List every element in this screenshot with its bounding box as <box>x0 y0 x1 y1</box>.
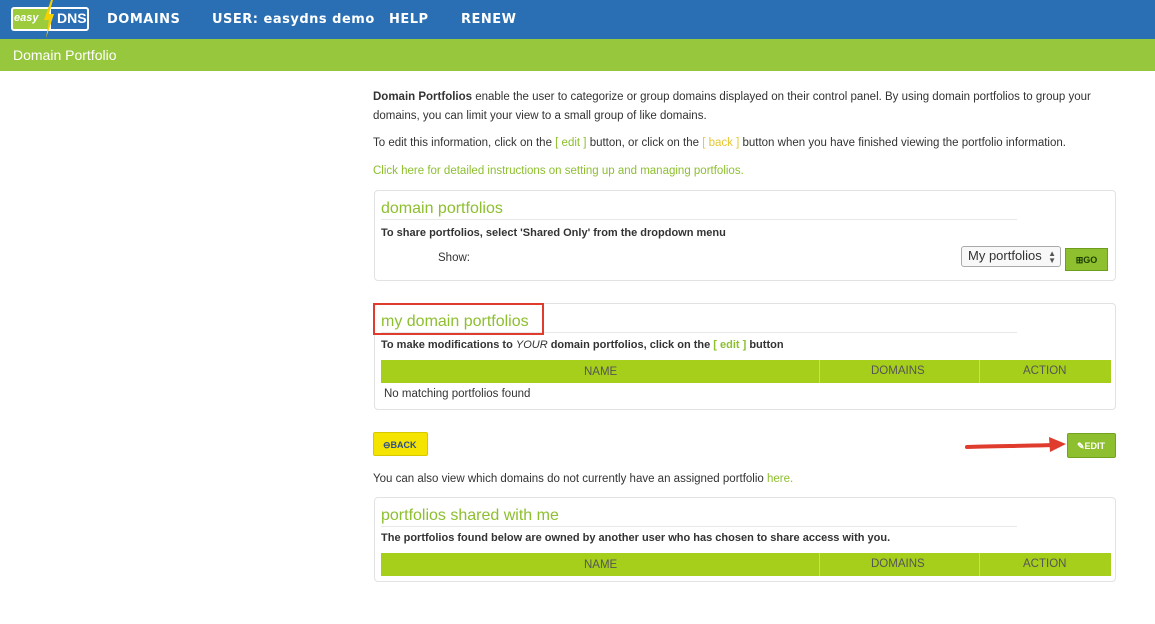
column-header-domains: DOMAINS <box>871 365 925 377</box>
portfolio-filter-value: My portfolios <box>968 248 1042 263</box>
back-link[interactable]: [ back ] <box>702 137 739 149</box>
unassigned-domains-text: You can also view which domains do not c… <box>373 470 793 489</box>
edit-link[interactable]: [ edit ] <box>555 137 586 149</box>
my-subtitle-middle: domain portfolios, click on the <box>547 339 714 351</box>
panel-divider <box>381 526 1017 527</box>
nav-help[interactable]: HELP <box>389 12 429 27</box>
instructions-link[interactable]: Click here for detailed instructions on … <box>373 162 1115 181</box>
column-separator <box>819 360 820 383</box>
show-label: Show: <box>438 252 470 264</box>
domain-portfolios-title: domain portfolios <box>381 200 503 217</box>
intro-bold-lead: Domain Portfolios <box>373 91 473 103</box>
lightning-bolt-icon <box>44 0 54 38</box>
my-subtitle-em: YOUR <box>515 339 548 351</box>
shared-portfolios-table-header: NAME DOMAINS ACTION <box>381 553 1111 576</box>
empty-message: No matching portfolios found <box>384 388 531 400</box>
edit-instructions-middle: button, or click on the <box>586 137 703 149</box>
column-separator <box>819 553 820 576</box>
my-subtitle-suffix: button <box>746 339 784 351</box>
portfolio-filter-select[interactable]: My portfolios ▲ ▼ <box>961 246 1061 267</box>
intro-line1: enable the user to categorize or group d… <box>472 91 1091 103</box>
shared-portfolios-panel: portfolios shared with me The portfolios… <box>374 497 1116 582</box>
domain-portfolios-subtitle: To share portfolios, select 'Shared Only… <box>381 227 726 239</box>
column-separator <box>979 360 980 383</box>
column-header-action: ACTION <box>1023 558 1067 570</box>
back-button[interactable]: ⊖BACK <box>373 432 428 456</box>
intro-line2: domains, you can limit your view to a sm… <box>373 110 707 122</box>
column-separator <box>979 553 980 576</box>
nav-domains[interactable]: DOMAINS <box>107 12 180 27</box>
edit-instructions-suffix: button when you have finished viewing th… <box>739 137 1066 149</box>
edit-icon: ✎ <box>1077 441 1085 451</box>
intro-paragraph: Domain Portfolios enable the user to cat… <box>373 88 1115 126</box>
annotation-highlight-box <box>373 303 544 335</box>
logo-easy-text: easy <box>14 12 39 24</box>
my-domain-portfolios-subtitle: To make modifications to YOUR domain por… <box>381 339 784 351</box>
my-portfolios-table-header: NAME DOMAINS ACTION <box>381 360 1111 383</box>
select-arrows-icon: ▲ ▼ <box>1048 249 1056 265</box>
page-title-bar: Domain Portfolio <box>0 39 1155 71</box>
nav-user[interactable]: USER: easydns demo <box>212 12 375 27</box>
edit-button[interactable]: ✎EDIT <box>1067 433 1116 458</box>
shared-portfolios-subtitle: The portfolios found below are owned by … <box>381 532 891 544</box>
unassigned-text: You can also view which domains do not c… <box>373 473 768 485</box>
column-header-domains: DOMAINS <box>871 558 925 570</box>
edit-instructions: To edit this information, click on the [… <box>373 134 1115 153</box>
column-header-action: ACTION <box>1023 365 1067 377</box>
intro-section: Domain Portfolios enable the user to cat… <box>373 88 1115 181</box>
unassigned-here-link[interactable]: here. <box>767 473 793 485</box>
panel-divider <box>381 219 1017 220</box>
domain-portfolios-panel: domain portfolios To share portfolios, s… <box>374 190 1116 281</box>
top-nav-bar: easy DNS DOMAINS USER: easydns demo HELP… <box>0 0 1155 39</box>
logo-dns-text: DNS <box>57 10 87 26</box>
go-button[interactable]: ⊞GO <box>1065 248 1108 271</box>
column-header-name: NAME <box>584 559 618 571</box>
go-label: GO <box>1083 255 1098 265</box>
nav-renew[interactable]: RENEW <box>461 12 517 27</box>
edit-instructions-prefix: To edit this information, click on the <box>373 137 556 149</box>
column-header-name: NAME <box>584 366 618 378</box>
back-label: BACK <box>390 440 417 450</box>
page-title: Domain Portfolio <box>13 47 117 63</box>
shared-portfolios-title: portfolios shared with me <box>381 507 559 524</box>
my-subtitle-edit-link[interactable]: [ edit ] <box>713 339 746 351</box>
annotation-arrow-icon <box>965 437 1066 452</box>
my-subtitle-prefix: To make modifications to <box>381 339 516 351</box>
edit-label: EDIT <box>1084 441 1106 451</box>
back-icon: ⊖ <box>383 440 391 450</box>
easydns-logo[interactable]: easy DNS <box>11 0 89 38</box>
